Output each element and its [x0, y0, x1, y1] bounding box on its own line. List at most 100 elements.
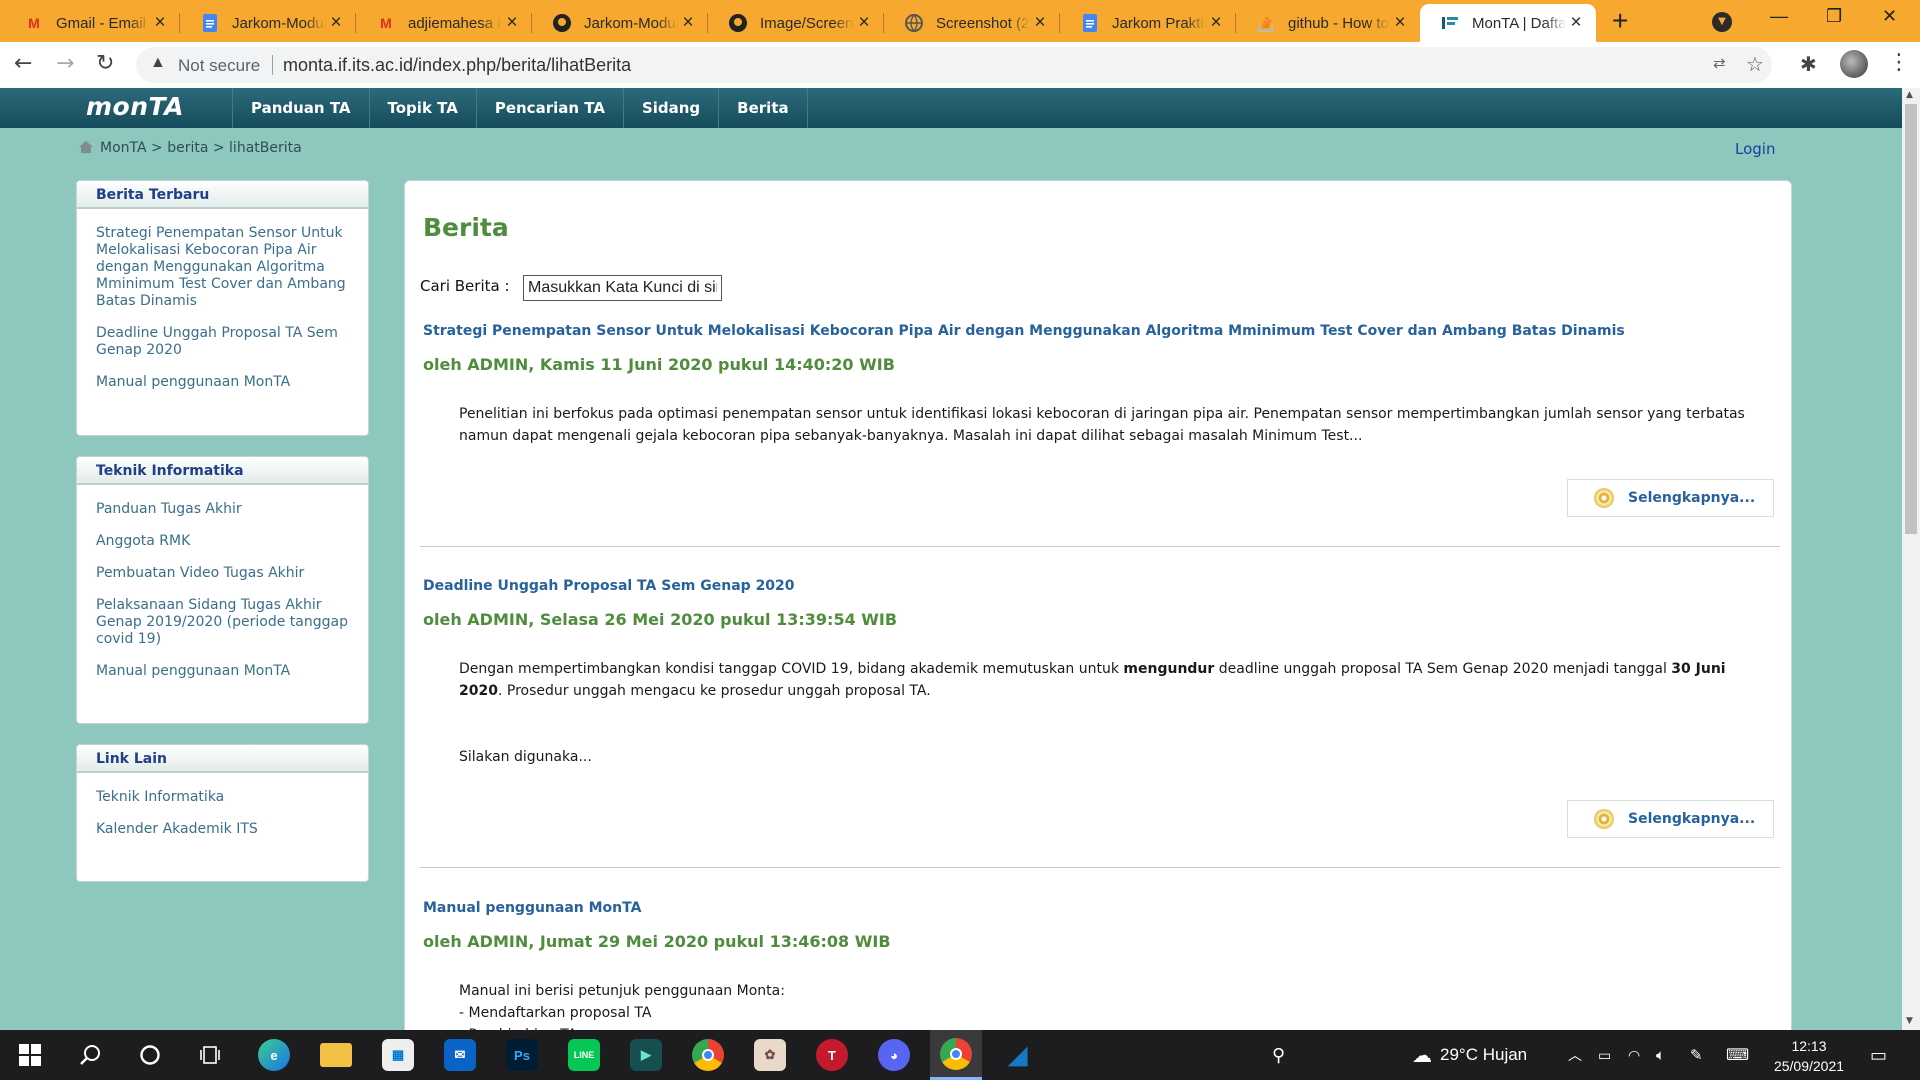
tab-github-1[interactable]: Jarkom-Modul-1 × — [532, 4, 708, 42]
close-icon[interactable]: × — [1030, 12, 1050, 34]
start-icon[interactable] — [4, 1030, 56, 1080]
edge-icon[interactable]: e — [248, 1030, 300, 1080]
gmail-icon: M — [380, 15, 392, 31]
tab-search-icon[interactable]: ▼ — [1712, 12, 1732, 32]
sidebar-item-video-ta[interactable]: Pembuatan Video Tugas Akhir — [96, 565, 348, 582]
tab-docs-2[interactable]: Jarkom Praktikum × — [1060, 4, 1236, 42]
read-more-button[interactable]: Selengkapnya... — [1567, 800, 1774, 838]
chrome-active-icon[interactable] — [930, 1030, 982, 1080]
volume-icon[interactable]: 🔈︎ — [1656, 1030, 1665, 1080]
close-icon[interactable]: × — [854, 12, 874, 34]
tab-gmail-2[interactable]: M adjiemahesa in ITS × — [356, 4, 532, 42]
bookmark-star-icon[interactable]: ☆ — [1746, 52, 1764, 77]
weather-text: 29°C Hujan — [1440, 1045, 1528, 1064]
tray-chevron-icon[interactable]: ︿ — [1568, 1030, 1582, 1080]
sidebar-item-news-1[interactable]: Strategi Penempatan Sensor Untuk Melokal… — [96, 225, 348, 310]
store-icon[interactable]: ▦ — [372, 1030, 424, 1080]
file-explorer-icon[interactable] — [310, 1030, 362, 1080]
sidebar-heading: Link Lain — [77, 745, 368, 773]
scrollbar-thumb[interactable] — [1905, 104, 1917, 534]
warning-icon[interactable]: ▲ — [150, 54, 166, 72]
extensions-puzzle-icon[interactable]: ✱ — [1800, 52, 1817, 76]
window-close-button[interactable]: ✕ — [1882, 6, 1897, 27]
filmora-icon[interactable]: ▶ — [620, 1030, 672, 1080]
address-bar[interactable]: ▲ Not secure monta.if.its.ac.id/index.ph… — [136, 47, 1772, 83]
sidebar-item-anggota-rmk[interactable]: Anggota RMK — [96, 533, 348, 550]
notification-icon[interactable]: ▭ — [1870, 1030, 1887, 1080]
close-icon[interactable]: × — [1206, 12, 1226, 34]
system-clock[interactable]: 12:13 25/09/2021 — [1764, 1036, 1854, 1076]
cortana-icon[interactable] — [124, 1030, 176, 1080]
scroll-up-icon[interactable]: ▲ — [1906, 90, 1913, 100]
line-icon[interactable]: LINE — [558, 1030, 610, 1080]
menu-pencarian-ta[interactable]: Pencarian TA — [475, 88, 623, 128]
minimize-button[interactable]: — — [1770, 6, 1788, 27]
sidebar-item-news-3[interactable]: Manual penggunaan MonTA — [96, 374, 348, 391]
tab-stackoverflow[interactable]: github - How to × — [1236, 4, 1420, 42]
tab-monta-active[interactable]: MonTA | Daftar Berita × — [1420, 4, 1596, 42]
close-icon[interactable]: × — [502, 12, 522, 34]
breadcrumb-text[interactable]: MonTA > berita > lihatBerita — [100, 140, 302, 156]
read-more-button[interactable]: Selengkapnya... — [1567, 479, 1774, 517]
url-text[interactable]: monta.if.its.ac.id/index.php/berita/liha… — [283, 55, 631, 76]
search-input[interactable] — [523, 275, 722, 301]
clock-date: 25/09/2021 — [1773, 1058, 1845, 1074]
wireshark-icon[interactable]: ◢ — [992, 1030, 1044, 1080]
forward-icon[interactable]: → — [56, 51, 74, 76]
browser-menu-icon[interactable]: ⋮ — [1888, 50, 1910, 75]
battery-icon[interactable]: ▭ — [1598, 1030, 1611, 1080]
github-icon — [728, 13, 748, 33]
menu-berita[interactable]: Berita — [718, 88, 808, 128]
new-tab-button[interactable]: + — [1612, 5, 1628, 37]
menu-sidang[interactable]: Sidang — [622, 88, 718, 128]
login-link[interactable]: Login — [1735, 140, 1775, 158]
tab-docs-1[interactable]: Jarkom-Modul-1 × — [180, 4, 356, 42]
page-scrollbar[interactable]: ▲ ▼ — [1902, 88, 1920, 1030]
profile-avatar[interactable] — [1840, 50, 1868, 78]
tab-gmail[interactable]: M Gmail - Email dari ITS × — [4, 4, 180, 42]
site-navbar: monTA Panduan TA Topik TA Pencarian TA S… — [0, 88, 1902, 128]
photoshop-icon[interactable]: Ps — [496, 1030, 548, 1080]
article-title-link[interactable]: Deadline Unggah Proposal TA Sem Genap 20… — [423, 578, 795, 594]
close-icon[interactable]: × — [150, 12, 170, 34]
chrome-icon[interactable] — [682, 1030, 734, 1080]
windows-taskbar: e ▦ ✉ Ps LINE ▶ ✿ T ◕ ◢ ⚲ ☁ 29°C Hujan ︿ … — [0, 1030, 1920, 1080]
discord-icon[interactable]: ◕ — [868, 1030, 920, 1080]
maximize-button[interactable]: ❐ — [1826, 6, 1842, 27]
security-label[interactable]: Not secure — [178, 56, 260, 76]
tab-github-2[interactable]: Image/Screenshot × — [708, 4, 884, 42]
close-icon[interactable]: × — [326, 12, 346, 34]
pen-icon[interactable]: ✎ — [1690, 1030, 1703, 1080]
tab-label: github - How to — [1288, 14, 1389, 32]
close-icon[interactable]: × — [678, 12, 698, 34]
sidebar-item-teknik-informatika[interactable]: Teknik Informatika — [96, 789, 348, 806]
task-view-icon[interactable] — [184, 1030, 236, 1080]
article-title-link[interactable]: Strategi Penempatan Sensor Untuk Melokal… — [423, 323, 1625, 339]
close-icon[interactable]: × — [1390, 12, 1410, 34]
home-icon[interactable] — [78, 140, 94, 154]
wifi-icon[interactable]: ◠ — [1628, 1030, 1640, 1080]
sidebar-item-manual[interactable]: Manual penggunaan MonTA — [96, 663, 348, 680]
sidebar-item-panduan[interactable]: Panduan Tugas Akhir — [96, 501, 348, 518]
reload-icon[interactable]: ↻ — [96, 51, 114, 76]
translate-icon[interactable]: ⇄ — [1713, 54, 1726, 72]
anime-app-icon[interactable]: ✿ — [744, 1030, 796, 1080]
menu-topik-ta[interactable]: Topik TA — [368, 88, 476, 128]
breadcrumb: MonTA > berita > lihatBerita — [78, 140, 302, 156]
tab-screenshot[interactable]: Screenshot (23) × — [884, 4, 1060, 42]
site-logo[interactable]: monTA — [86, 92, 184, 121]
sidebar-item-news-2[interactable]: Deadline Unggah Proposal TA Sem Genap 20… — [96, 325, 348, 359]
weather-widget[interactable]: ☁ 29°C Hujan — [1412, 1030, 1527, 1080]
keyboard-icon[interactable]: ⌨ — [1726, 1030, 1749, 1080]
article-title-link[interactable]: Manual penggunaan MonTA — [423, 900, 641, 916]
back-icon[interactable]: ← — [14, 51, 32, 76]
search-icon[interactable] — [64, 1030, 116, 1080]
sidebar-item-sidang[interactable]: Pelaksanaan Sidang Tugas Akhir Genap 201… — [96, 597, 348, 648]
sidebar-item-kalender[interactable]: Kalender Akademik ITS — [96, 821, 348, 838]
people-icon[interactable]: ⚲ — [1272, 1030, 1285, 1080]
scroll-down-icon[interactable]: ▼ — [1906, 1016, 1913, 1026]
t-app-icon[interactable]: T — [806, 1030, 858, 1080]
mail-icon[interactable]: ✉ — [434, 1030, 486, 1080]
menu-panduan-ta[interactable]: Panduan TA — [232, 88, 369, 128]
close-icon[interactable]: × — [1566, 12, 1586, 34]
